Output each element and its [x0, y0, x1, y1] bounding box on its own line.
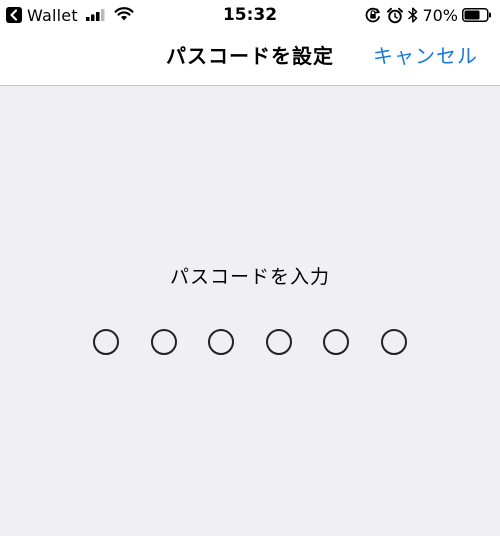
passcode-dot [93, 329, 119, 355]
passcode-dot [323, 329, 349, 355]
battery-icon [462, 8, 492, 22]
alarm-icon [387, 7, 404, 24]
bluetooth-icon [408, 7, 418, 23]
battery-fill [464, 10, 480, 20]
status-bar: Wallet 15:32 70% [0, 0, 500, 30]
passcode-dot [265, 329, 292, 355]
passcode-dot [208, 329, 234, 355]
navigation-bar: パスコードを設定 キャンセル [0, 30, 500, 86]
passcode-dots [93, 329, 409, 355]
cancel-button[interactable]: キャンセル [373, 30, 478, 82]
orientation-lock-icon [364, 6, 382, 24]
passcode-dot [380, 329, 407, 355]
passcode-dot [150, 329, 177, 355]
battery-percent: 70% [422, 5, 458, 25]
passcode-prompt: パスコードを入力 [169, 266, 330, 288]
status-right: 70% [364, 4, 492, 26]
